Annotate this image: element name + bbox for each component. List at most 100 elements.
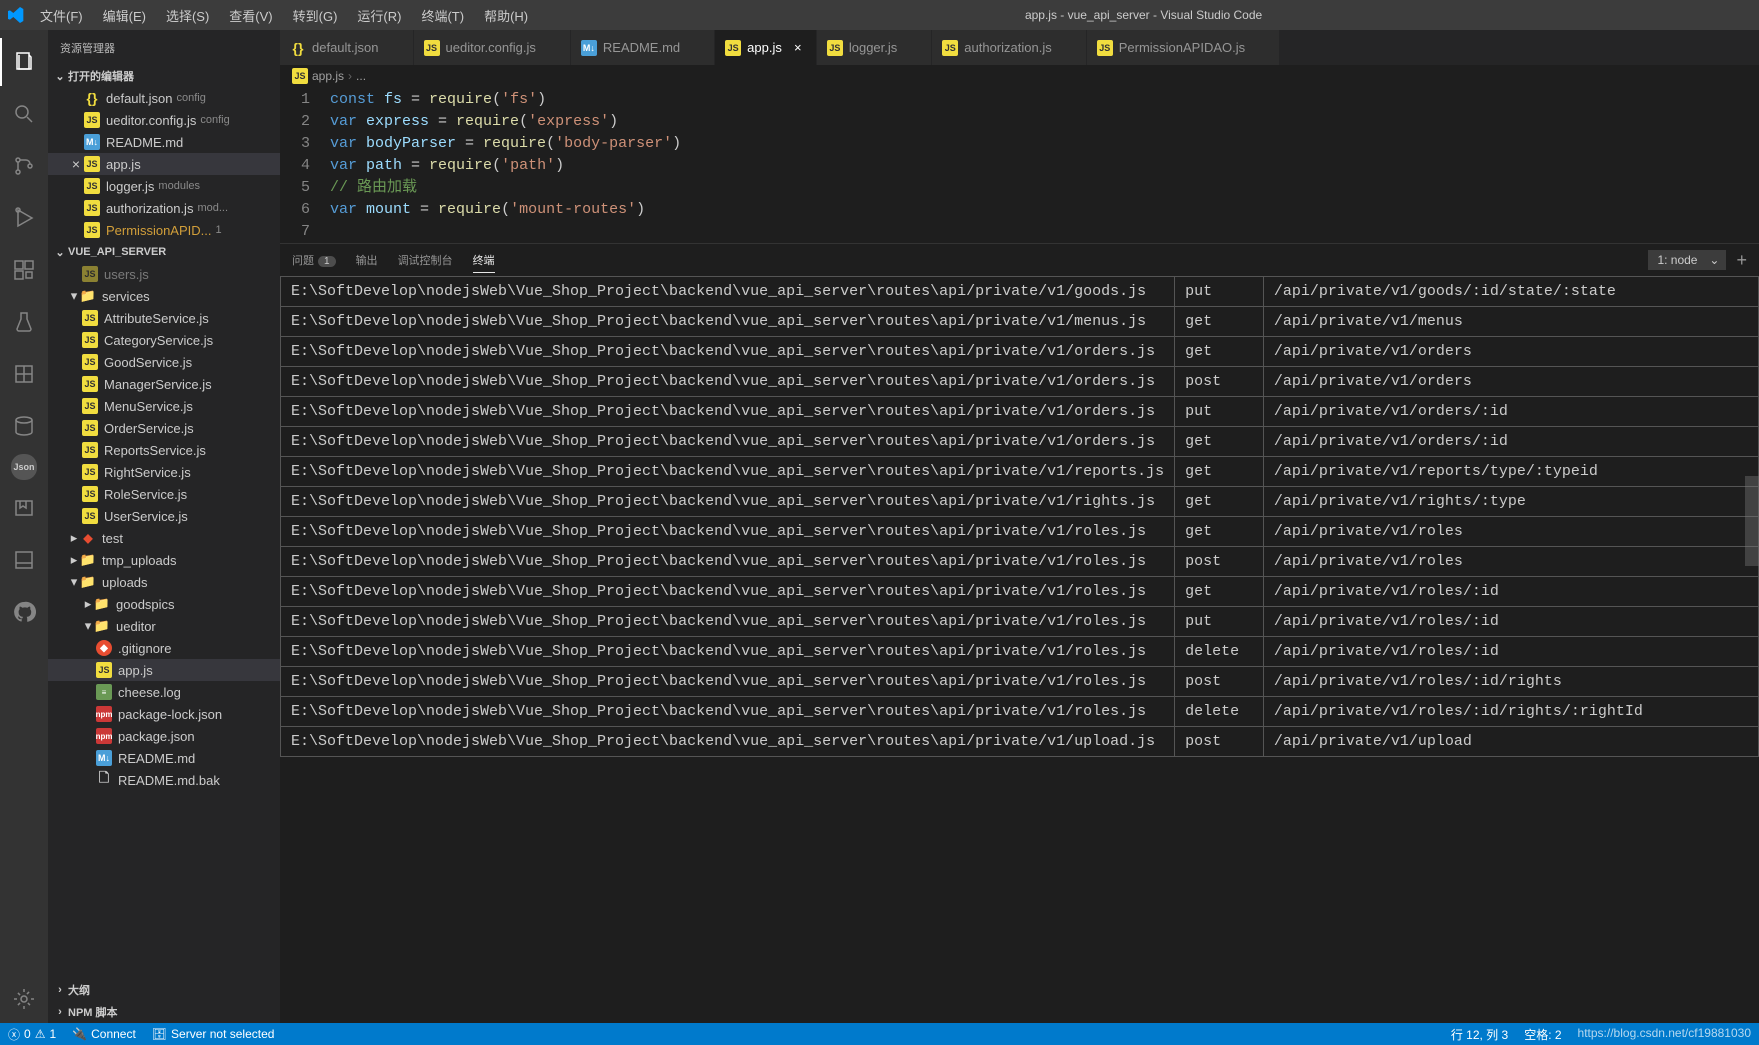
tree-item[interactable]: JSMenuService.js [48, 395, 280, 417]
database-icon[interactable] [0, 402, 48, 450]
panel-tab[interactable]: 问题1 [292, 248, 336, 272]
close-icon[interactable]: × [68, 156, 84, 172]
tree-item[interactable]: JSusers.js [48, 263, 280, 285]
menu-item[interactable]: 查看(V) [221, 2, 280, 29]
editor-tab[interactable]: JSapp.js× [715, 30, 817, 65]
tree-item[interactable]: M↓README.md [48, 747, 280, 769]
route-cell: /api/private/v1/roles [1263, 547, 1758, 577]
tree-item[interactable]: ≡cheese.log [48, 681, 280, 703]
editor-tab[interactable]: M↓README.md× [571, 30, 715, 65]
js-file-icon: JS [1097, 40, 1113, 56]
npm-scripts-header[interactable]: ›NPM 脚本 [48, 1001, 280, 1023]
extensions-icon[interactable] [0, 246, 48, 294]
panel-tab[interactable]: 终端 [473, 248, 495, 273]
js-file-icon: JS [84, 112, 100, 128]
breadcrumb[interactable]: JS app.js › ... [280, 65, 1759, 87]
editor-tab[interactable]: JSlogger.js× [817, 30, 932, 65]
open-editor-item[interactable]: JSPermissionAPID...1 [48, 219, 280, 241]
open-editor-item[interactable]: {}default.jsonconfig [48, 87, 280, 109]
tree-item[interactable]: JSManagerService.js [48, 373, 280, 395]
tree-item[interactable]: npmpackage.json [48, 725, 280, 747]
editor-tab[interactable]: {}default.json× [280, 30, 414, 65]
route-cell: post [1175, 367, 1264, 397]
js-file-icon: JS [84, 178, 100, 194]
open-editor-item[interactable]: ×JSapp.js [48, 153, 280, 175]
open-editor-item[interactable]: JSauthorization.jsmod... [48, 197, 280, 219]
file-name: PermissionAPID... [106, 223, 211, 238]
tree-item[interactable]: ▾📁services [48, 285, 280, 307]
menu-item[interactable]: 终端(T) [413, 2, 472, 29]
code-editor[interactable]: 1234567 const fs = require('fs')var expr… [280, 87, 1759, 243]
search-icon[interactable] [0, 90, 48, 138]
tree-item[interactable]: JSOrderService.js [48, 417, 280, 439]
tree-item[interactable]: JSRightService.js [48, 461, 280, 483]
file-desc: 1 [215, 224, 221, 236]
menu-item[interactable]: 运行(R) [349, 2, 409, 29]
editor-tab[interactable]: JSPermissionAPIDAO.js× [1087, 30, 1280, 65]
tree-item[interactable]: ▾📁uploads [48, 571, 280, 593]
menu-item[interactable]: 帮助(H) [476, 2, 536, 29]
tree-item[interactable]: ▸📁tmp_uploads [48, 549, 280, 571]
route-cell: E:\SoftDevelop\nodejsWeb\Vue_Shop_Projec… [281, 337, 1175, 367]
github-icon[interactable] [0, 588, 48, 636]
open-editor-item[interactable]: JSlogger.jsmodules [48, 175, 280, 197]
tree-item[interactable]: JSAttributeService.js [48, 307, 280, 329]
editor-tab[interactable]: JSauthorization.js× [932, 30, 1086, 65]
route-cell: E:\SoftDevelop\nodejsWeb\Vue_Shop_Projec… [281, 667, 1175, 697]
tree-item[interactable]: JSRoleService.js [48, 483, 280, 505]
tree-item[interactable]: ▾📁ueditor [48, 615, 280, 637]
settings-gear-icon[interactable] [0, 975, 48, 1023]
status-connect[interactable]: 🔌Connect [64, 1023, 144, 1045]
open-editor-item[interactable]: M↓README.md [48, 131, 280, 153]
terminal-select[interactable]: 1: node ⌄ [1648, 250, 1726, 270]
tree-item[interactable]: ▸📁goodspics [48, 593, 280, 615]
status-errors[interactable]: ⓧ0⚠1 [0, 1023, 64, 1045]
test-icon[interactable] [0, 298, 48, 346]
tree-item[interactable]: JSCategoryService.js [48, 329, 280, 351]
menu-item[interactable]: 文件(F) [32, 2, 91, 29]
panel-icon[interactable] [0, 536, 48, 584]
md-file-icon: M↓ [84, 134, 100, 150]
explorer-icon[interactable] [0, 38, 48, 86]
tree-item[interactable]: JSUserService.js [48, 505, 280, 527]
terminal-output[interactable]: E:\SoftDevelop\nodejsWeb\Vue_Shop_Projec… [280, 276, 1759, 1023]
outline-header[interactable]: ›大纲 [48, 979, 280, 1001]
route-cell: /api/private/v1/roles/:id [1263, 577, 1758, 607]
new-terminal-icon[interactable]: + [1736, 250, 1747, 271]
route-cell: delete [1175, 697, 1264, 727]
project-icon[interactable] [0, 350, 48, 398]
source-control-icon[interactable] [0, 142, 48, 190]
status-spaces[interactable]: 空格: 2 [1516, 1026, 1569, 1043]
run-debug-icon[interactable] [0, 194, 48, 242]
json-file-icon: {} [84, 90, 100, 106]
js-file-icon: JS [424, 40, 440, 56]
route-cell: /api/private/v1/goods/:id/state/:state [1263, 277, 1758, 307]
menu-item[interactable]: 选择(S) [158, 2, 217, 29]
panel-tab[interactable]: 调试控制台 [398, 248, 453, 272]
route-row: E:\SoftDevelop\nodejsWeb\Vue_Shop_Projec… [281, 607, 1759, 637]
project-header[interactable]: ⌄VUE_API_SERVER [48, 241, 280, 263]
tree-item[interactable]: ◆.gitignore [48, 637, 280, 659]
route-cell: E:\SoftDevelop\nodejsWeb\Vue_Shop_Projec… [281, 457, 1175, 487]
menu-item[interactable]: 编辑(E) [95, 2, 154, 29]
tree-item[interactable]: ▸◆test [48, 527, 280, 549]
panel-tab[interactable]: 输出 [356, 248, 378, 272]
tree-item[interactable]: 🗋README.md.bak [48, 769, 280, 791]
tree-item[interactable]: JSapp.js [48, 659, 280, 681]
editor-tab[interactable]: JSueditor.config.js× [414, 30, 571, 65]
folder-icon: 📁 [80, 574, 96, 590]
route-cell: get [1175, 337, 1264, 367]
status-server[interactable]: 🗄Server not selected [144, 1023, 283, 1045]
terminal-scrollbar[interactable] [1745, 476, 1759, 566]
open-editor-item[interactable]: JSueditor.config.jsconfig [48, 109, 280, 131]
tree-item[interactable]: JSReportsService.js [48, 439, 280, 461]
tree-item[interactable]: JSGoodService.js [48, 351, 280, 373]
open-editors-header[interactable]: ⌄打开的编辑器 [48, 65, 280, 87]
menu-item[interactable]: 转到(G) [285, 2, 346, 29]
error-icon: ⓧ [8, 1026, 20, 1043]
json-icon[interactable]: Json [11, 454, 37, 480]
tree-item[interactable]: npmpackage-lock.json [48, 703, 280, 725]
status-ln-col[interactable]: 行 12, 列 3 [1443, 1026, 1516, 1043]
close-icon[interactable]: × [790, 40, 806, 55]
bookmark-icon[interactable] [0, 484, 48, 532]
